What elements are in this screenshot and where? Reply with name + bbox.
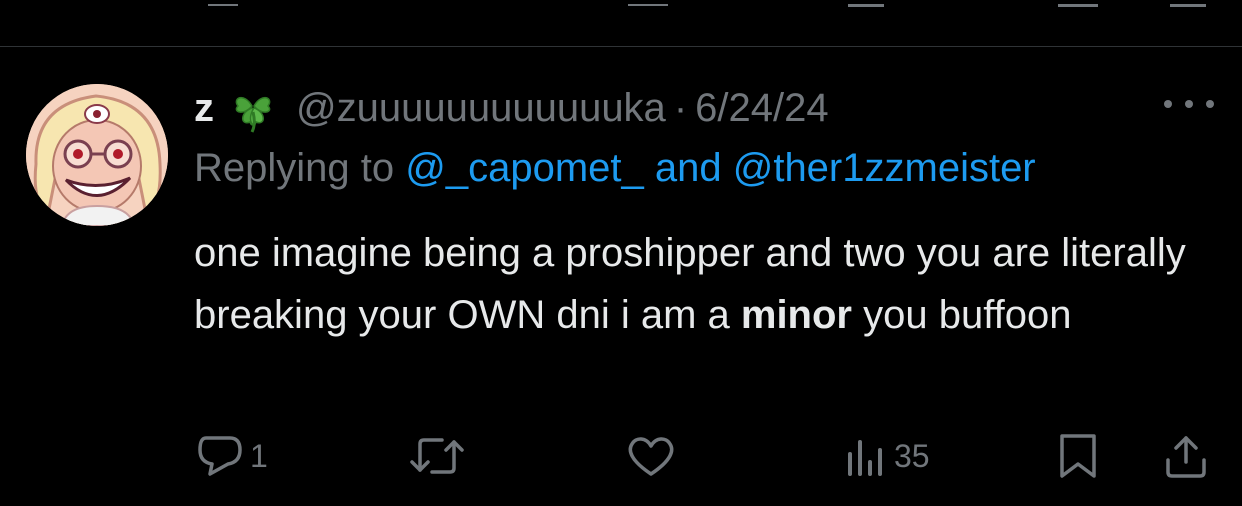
previous-tweet-actions xyxy=(0,0,1242,10)
tweet-body-bold: minor xyxy=(740,293,852,337)
reply-icon xyxy=(196,434,244,478)
share-button[interactable] xyxy=(1162,426,1210,486)
replying-user-link-1[interactable]: @_capomet_ xyxy=(405,146,644,190)
replying-user-link-2[interactable]: @ther1zzmeister xyxy=(733,146,1036,190)
views-button[interactable]: 35 xyxy=(844,426,930,486)
tweet-body: one imagine being a proshipper and two y… xyxy=(194,222,1224,346)
user-handle[interactable]: @zuuuuuuuuuuuuka xyxy=(296,86,666,131)
display-name[interactable]: z xyxy=(194,86,214,131)
tweet-divider xyxy=(0,46,1242,47)
tweet-actions: 1 35 xyxy=(0,426,1242,486)
views-icon xyxy=(844,434,888,478)
retweet-button[interactable] xyxy=(408,426,472,486)
bookmark-button[interactable] xyxy=(1056,426,1100,486)
retweet-icon xyxy=(408,434,466,478)
four-leaf-clover-icon xyxy=(226,82,278,134)
tweet-date[interactable]: 6/24/24 xyxy=(695,86,828,131)
bookmark-icon xyxy=(1056,432,1100,480)
replying-to-line: Replying to @_capomet_ and @ther1zzmeist… xyxy=(194,146,1036,191)
share-icon xyxy=(1162,432,1210,480)
replying-prefix: Replying to xyxy=(194,146,406,190)
avatar[interactable] xyxy=(26,84,168,226)
tweet-header: z @zuuuuuuuuuuuuka · 6/24/24 xyxy=(194,80,829,136)
tweet-body-text-2: you buffoon xyxy=(852,293,1072,337)
separator-dot: · xyxy=(673,85,688,130)
reply-count: 1 xyxy=(250,437,268,474)
more-options-icon[interactable] xyxy=(1164,94,1214,114)
replying-and: and xyxy=(643,146,733,190)
reply-button[interactable]: 1 xyxy=(196,426,268,486)
heart-icon xyxy=(626,434,676,478)
views-count: 35 xyxy=(894,437,930,474)
like-button[interactable] xyxy=(626,426,682,486)
